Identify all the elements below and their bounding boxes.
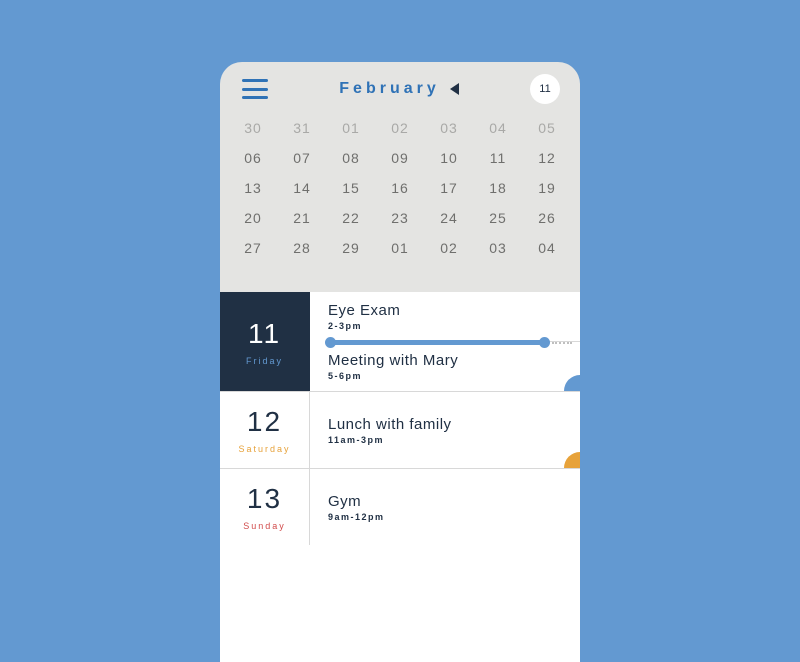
agenda-day-name: Saturday bbox=[238, 444, 290, 454]
agenda-event[interactable]: Eye Exam 2-3pm bbox=[328, 292, 580, 341]
calendar-day[interactable]: 30 bbox=[238, 120, 268, 136]
agenda-day-number: 12 bbox=[247, 406, 282, 438]
calendar-day[interactable]: 06 bbox=[238, 150, 268, 166]
agenda-day-header[interactable]: 11 Friday bbox=[220, 292, 310, 391]
event-time: 5-6pm bbox=[328, 371, 580, 381]
calendar-day[interactable]: 21 bbox=[287, 210, 317, 226]
calendar-day[interactable]: 27 bbox=[238, 240, 268, 256]
chevron-left-icon bbox=[450, 83, 459, 95]
calendar-day[interactable]: 04 bbox=[532, 240, 562, 256]
agenda-day-number: 13 bbox=[247, 483, 282, 515]
agenda: 11 Friday Eye Exam 2-3pm Meeting with Mary 5-… bbox=[220, 292, 580, 662]
event-title: Gym bbox=[328, 493, 580, 510]
calendar-row: 06 07 08 09 10 11 12 bbox=[238, 150, 562, 166]
calendar-day[interactable]: 19 bbox=[532, 180, 562, 196]
agenda-event[interactable]: Meeting with Mary 5-6pm bbox=[328, 342, 580, 391]
calendar-day[interactable]: 12 bbox=[532, 150, 562, 166]
day-indicator-icon bbox=[564, 452, 580, 468]
calendar-day[interactable]: 24 bbox=[434, 210, 464, 226]
calendar-day[interactable]: 05 bbox=[532, 120, 562, 136]
calendar-day[interactable]: 14 bbox=[287, 180, 317, 196]
month-label: February bbox=[339, 80, 439, 98]
today-badge-text: 11 bbox=[539, 83, 550, 95]
calendar-day[interactable]: 22 bbox=[336, 210, 366, 226]
calendar-day[interactable]: 31 bbox=[287, 120, 317, 136]
calendar-day[interactable]: 26 bbox=[532, 210, 562, 226]
calendar-day[interactable]: 17 bbox=[434, 180, 464, 196]
event-time: 2-3pm bbox=[328, 321, 580, 331]
calendar-day[interactable]: 28 bbox=[287, 240, 317, 256]
agenda-event[interactable]: Gym 9am-12pm bbox=[328, 483, 580, 532]
calendar-day[interactable]: 09 bbox=[385, 150, 415, 166]
calendar-day[interactable]: 18 bbox=[483, 180, 513, 196]
menu-icon[interactable] bbox=[242, 79, 268, 99]
calendar-day[interactable]: 10 bbox=[434, 150, 464, 166]
calendar-day[interactable]: 01 bbox=[336, 120, 366, 136]
agenda-day: 11 Friday Eye Exam 2-3pm Meeting with Mary 5-… bbox=[220, 292, 580, 392]
calendar-row: 13 14 15 16 17 18 19 bbox=[238, 180, 562, 196]
calendar-day[interactable]: 02 bbox=[434, 240, 464, 256]
calendar-day[interactable]: 11 bbox=[483, 150, 513, 166]
agenda-day-name: Friday bbox=[246, 356, 283, 366]
today-button[interactable]: 11 bbox=[530, 74, 560, 104]
agenda-day: 12 Saturday Lunch with family 11am-3pm bbox=[220, 392, 580, 469]
agenda-events: Eye Exam 2-3pm Meeting with Mary 5-6pm bbox=[310, 292, 580, 391]
agenda-event[interactable]: Lunch with family 11am-3pm bbox=[328, 406, 580, 455]
calendar-day[interactable]: 04 bbox=[483, 120, 513, 136]
event-title: Meeting with Mary bbox=[328, 352, 580, 369]
day-indicator-icon bbox=[564, 375, 580, 391]
event-time: 9am-12pm bbox=[328, 512, 580, 522]
agenda-day-header[interactable]: 13 Sunday bbox=[220, 469, 310, 545]
agenda-day: 13 Sunday Gym 9am-12pm bbox=[220, 469, 580, 545]
agenda-day-number: 11 bbox=[248, 318, 281, 350]
calendar-day[interactable]: 01 bbox=[385, 240, 415, 256]
calendar-day[interactable]: 16 bbox=[385, 180, 415, 196]
calendar-day[interactable]: 07 bbox=[287, 150, 317, 166]
calendar-grid: 30 31 01 02 03 04 05 06 07 08 09 10 11 12 13 14 15 16 17 18… bbox=[220, 116, 580, 292]
calendar-day[interactable]: 08 bbox=[336, 150, 366, 166]
event-title: Lunch with family bbox=[328, 416, 580, 433]
agenda-events: Lunch with family 11am-3pm bbox=[310, 392, 580, 468]
calendar-day[interactable]: 25 bbox=[483, 210, 513, 226]
calendar-day[interactable]: 02 bbox=[385, 120, 415, 136]
calendar-day[interactable]: 23 bbox=[385, 210, 415, 226]
calendar-day[interactable]: 13 bbox=[238, 180, 268, 196]
event-time: 11am-3pm bbox=[328, 435, 580, 445]
agenda-day-header[interactable]: 12 Saturday bbox=[220, 392, 310, 468]
event-title: Eye Exam bbox=[328, 302, 580, 319]
calendar-row: 27 28 29 01 02 03 04 bbox=[238, 240, 562, 256]
header: February 11 bbox=[220, 62, 580, 116]
calendar-day[interactable]: 29 bbox=[336, 240, 366, 256]
calendar-day[interactable]: 03 bbox=[483, 240, 513, 256]
calendar-day[interactable]: 20 bbox=[238, 210, 268, 226]
phone-frame: February 11 30 31 01 02 03 04 05 06 07 08 09 10 11 12… bbox=[220, 62, 580, 662]
agenda-events: Gym 9am-12pm bbox=[310, 469, 580, 545]
calendar-row: 20 21 22 23 24 25 26 bbox=[238, 210, 562, 226]
calendar-day[interactable]: 15 bbox=[336, 180, 366, 196]
calendar-day[interactable]: 03 bbox=[434, 120, 464, 136]
month-selector[interactable]: February bbox=[339, 80, 458, 98]
agenda-day-name: Sunday bbox=[243, 521, 286, 531]
calendar-row: 30 31 01 02 03 04 05 bbox=[238, 120, 562, 136]
